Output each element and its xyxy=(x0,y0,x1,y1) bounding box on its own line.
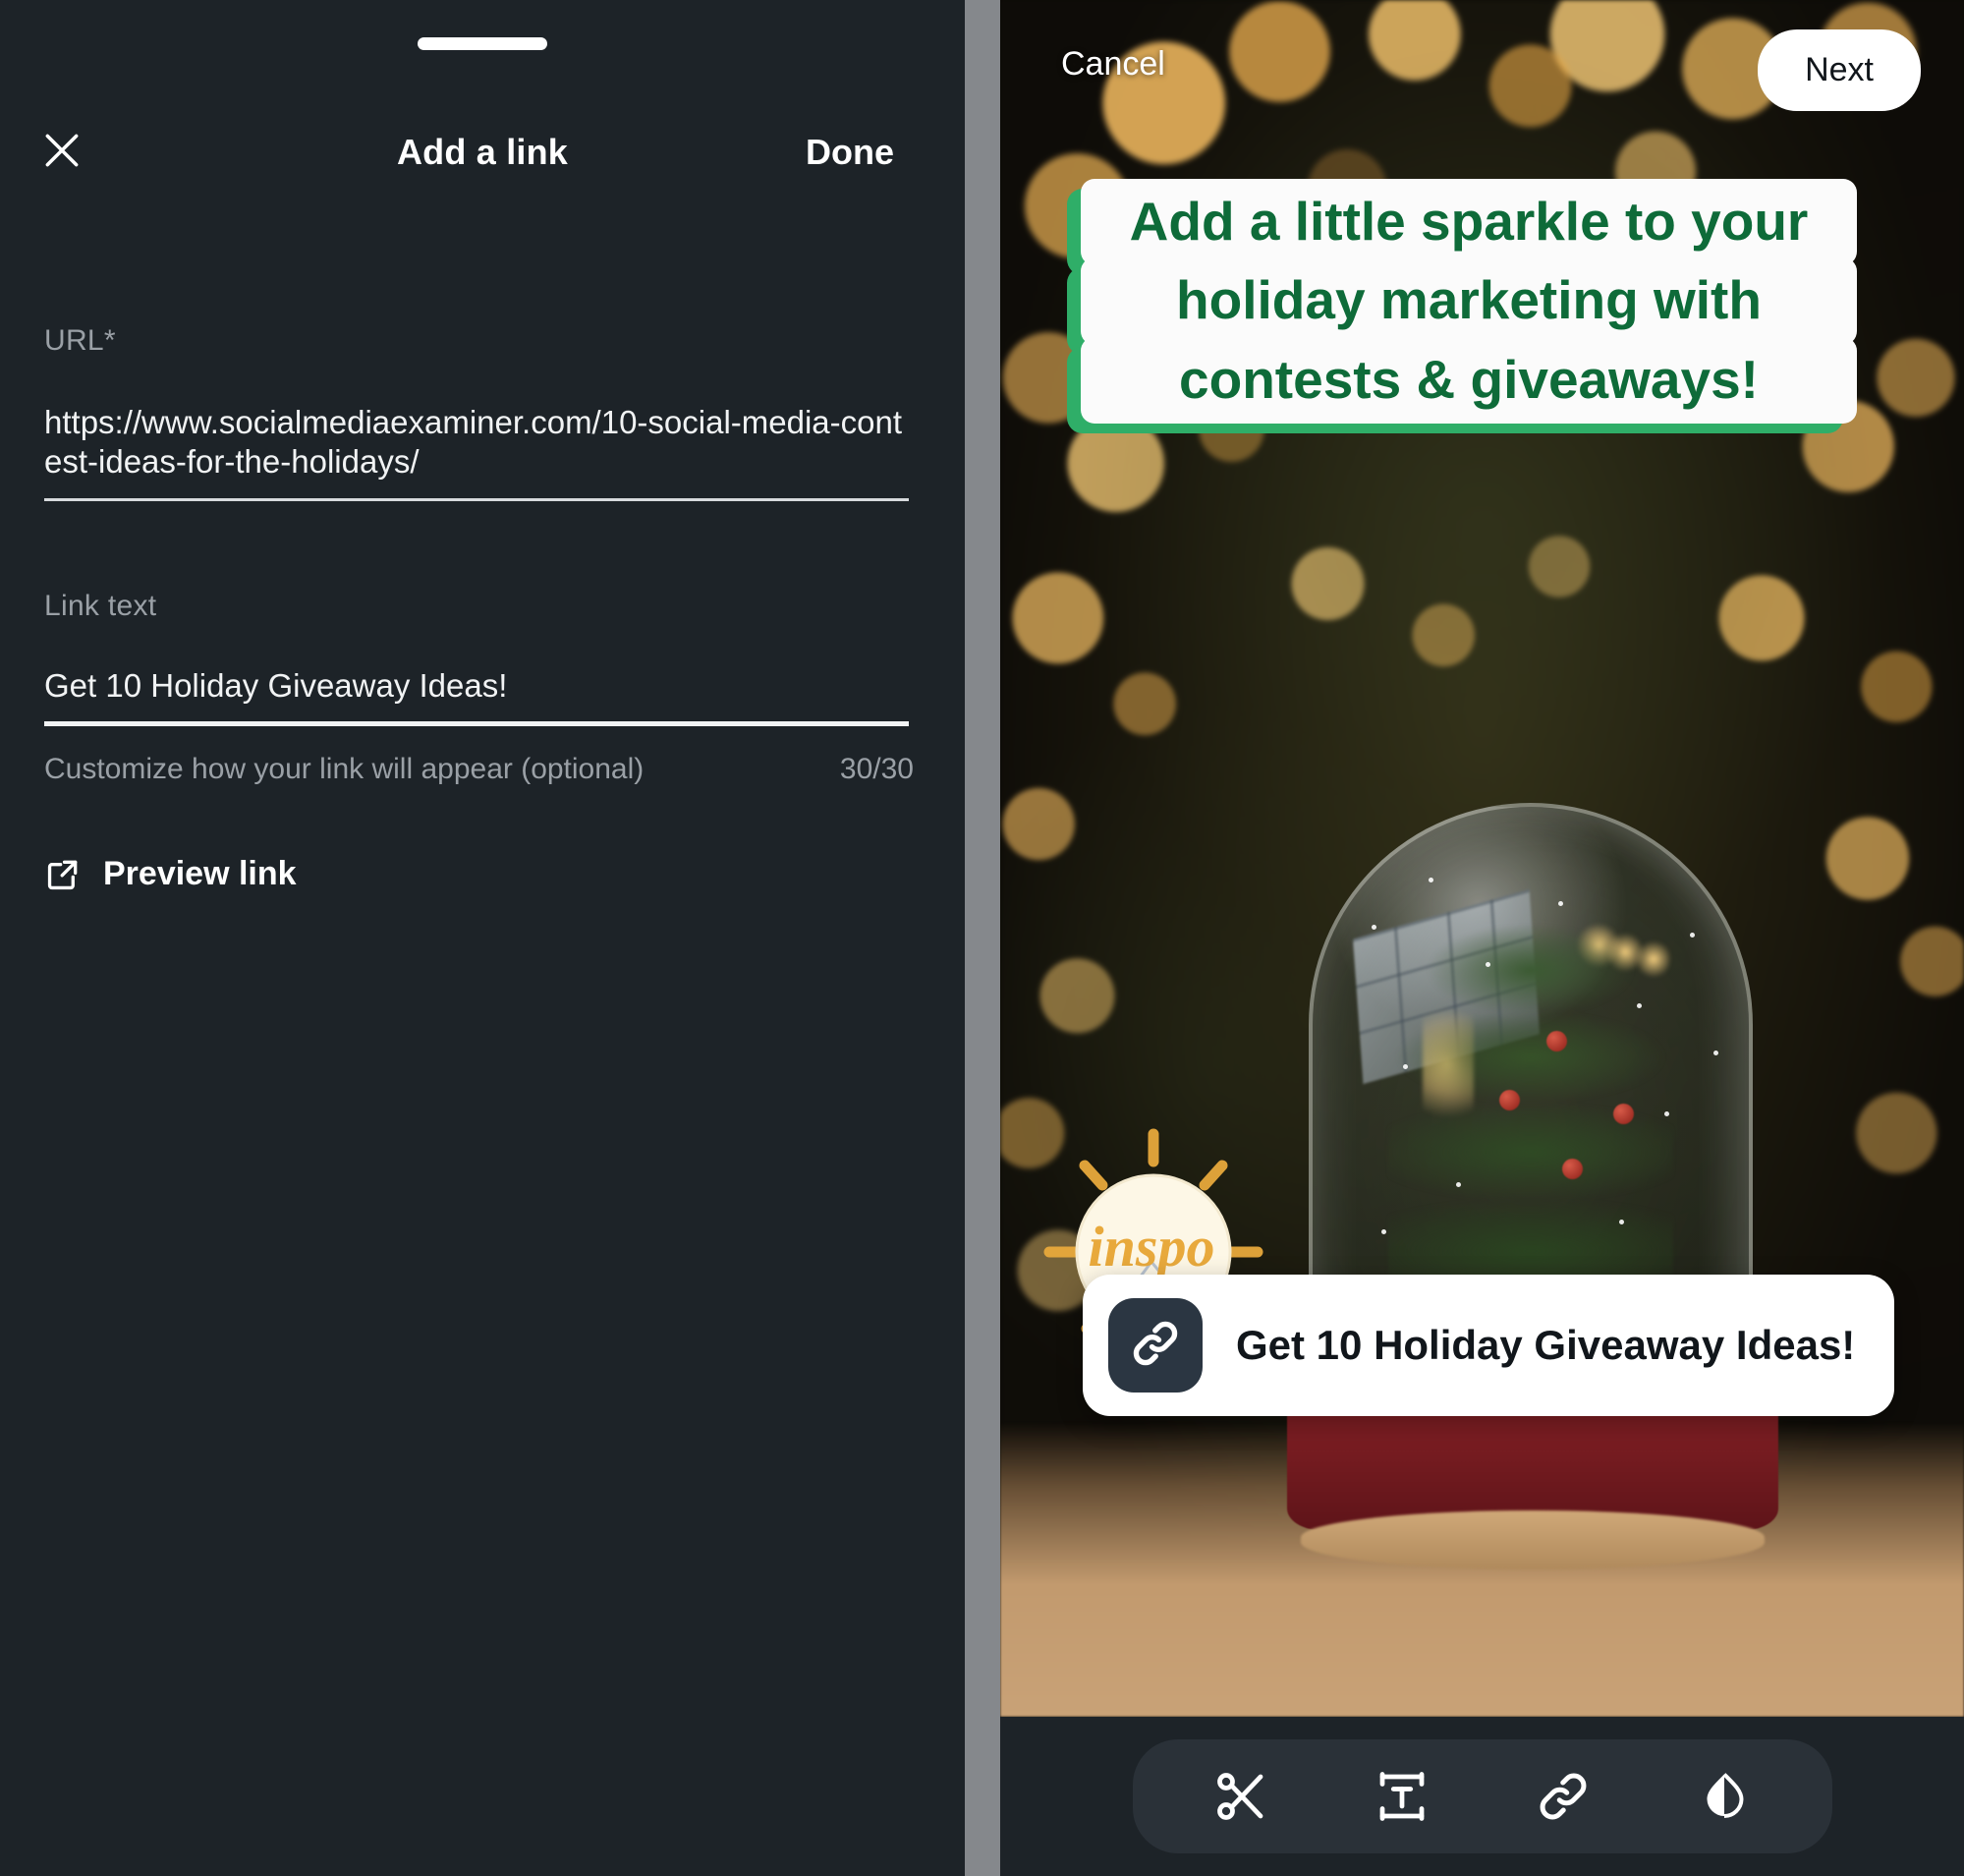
link-text-helper-row: Customize how your link will appear (opt… xyxy=(44,753,914,786)
story-topbar: Cancel Next xyxy=(1000,0,1964,147)
caption-line-text: contests & giveaways! xyxy=(1081,336,1857,424)
story-editor: Add a little sparkle to your holiday mar… xyxy=(1000,0,1964,1876)
caption-line-text: Add a little sparkle to your xyxy=(1081,179,1857,266)
done-button[interactable]: Done xyxy=(806,132,894,173)
caption-line: holiday marketing with xyxy=(1067,257,1857,355)
character-counter: 30/30 xyxy=(839,753,914,785)
cancel-button[interactable]: Cancel xyxy=(1061,45,1165,84)
text-tool-button[interactable] xyxy=(1367,1761,1437,1832)
url-input[interactable]: https://www.socialmediaexaminer.com/10-s… xyxy=(44,403,909,483)
link-sticker-label: Get 10 Holiday Giveaway Ideas! xyxy=(1236,1322,1856,1368)
preview-link-button[interactable]: Preview link xyxy=(44,855,297,893)
trim-tool-button[interactable] xyxy=(1206,1761,1276,1832)
link-sticker[interactable]: Get 10 Holiday Giveaway Ideas! xyxy=(1083,1275,1895,1416)
editor-toolbar xyxy=(1000,1717,1964,1876)
add-link-sheet: Add a link Done URL* https://www.socialm… xyxy=(0,0,965,1876)
sheet-header: Add a link Done xyxy=(0,122,965,183)
caption-line: contests & giveaways! xyxy=(1067,336,1857,433)
url-input-underline xyxy=(44,497,909,501)
link-text-input[interactable]: Get 10 Holiday Giveaway Ideas! xyxy=(44,666,909,706)
app-screen: Add a link Done URL* https://www.socialm… xyxy=(0,0,1964,1876)
link-chip xyxy=(1108,1298,1203,1393)
text-box-icon xyxy=(1373,1767,1431,1826)
caption-line: Add a little sparkle to your xyxy=(1067,179,1857,276)
snow-globe-photo-subject xyxy=(1287,803,1778,1569)
next-button[interactable]: Next xyxy=(1758,29,1921,111)
inspo-label: inspo xyxy=(1089,1215,1215,1279)
link-text-field-label: Link text xyxy=(44,590,157,622)
link-chain-icon xyxy=(1128,1316,1183,1376)
link-tool-button[interactable] xyxy=(1528,1761,1599,1832)
link-text-helper: Customize how your link will appear (opt… xyxy=(44,753,645,785)
christmas-tree xyxy=(1388,921,1673,1334)
panel-divider xyxy=(965,0,1000,1876)
external-link-icon xyxy=(44,856,82,893)
caption-text-sticker[interactable]: Add a little sparkle to your holiday mar… xyxy=(1067,179,1857,433)
link-text-input-underline xyxy=(44,721,909,727)
link-chain-icon xyxy=(1534,1767,1593,1826)
droplet-icon xyxy=(1695,1767,1754,1826)
toolbar-pill xyxy=(1132,1739,1832,1853)
globe-foot xyxy=(1301,1510,1765,1569)
filter-tool-button[interactable] xyxy=(1689,1761,1760,1832)
scissors-icon xyxy=(1211,1767,1270,1826)
caption-line-text: holiday marketing with xyxy=(1081,257,1857,345)
globe-dome xyxy=(1309,803,1753,1353)
url-field-label: URL* xyxy=(44,324,116,357)
link-text-field-group: Link text Get 10 Holiday Giveaway Ideas! xyxy=(44,590,909,727)
preview-link-label: Preview link xyxy=(103,855,297,892)
story-canvas[interactable]: Add a little sparkle to your holiday mar… xyxy=(1000,0,1964,1717)
sheet-drag-handle[interactable] xyxy=(418,37,547,50)
url-field-group: URL* https://www.socialmediaexaminer.com… xyxy=(44,324,909,501)
